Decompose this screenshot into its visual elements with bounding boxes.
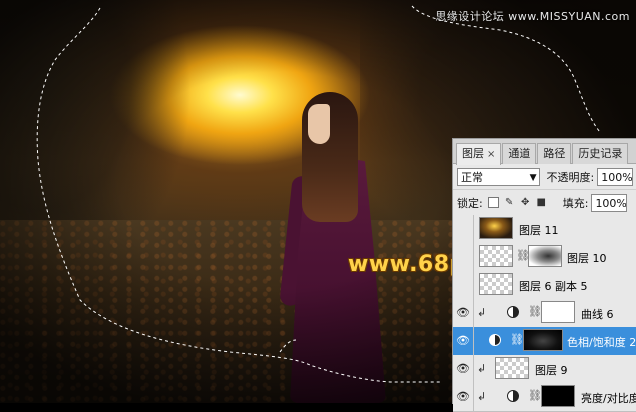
layer-name: 曲线 6 [581,308,614,321]
layer-row[interactable]: 图层 6 副本 5 [453,271,636,300]
lock-move-icon[interactable]: ✥ [520,197,531,208]
tab-paths[interactable]: 路径 [537,143,572,164]
panel-tabs: 图层 × 通道 路径 历史记录 [453,139,636,165]
blend-mode-select[interactable]: 正常 ▼ [457,167,541,186]
brightness-contrast-adjustment-icon [507,390,519,402]
eye-icon[interactable]: 👁 [453,327,474,355]
tab-channels[interactable]: 通道 [502,143,537,164]
eye-icon[interactable]: 👁 [453,383,474,411]
layer-row[interactable]: 👁 ↲ ⛓ 曲线 6 [453,299,636,328]
curves-adjustment-icon [507,306,519,318]
visibility-toggle[interactable] [453,243,474,271]
lock-brush-icon[interactable]: ✎ [504,197,515,208]
lock-row: 锁定: ✎ ✥ ■ 填充: 100% [453,190,636,216]
layer-name: 图层 10 [567,252,607,265]
layer-name: 图层 6 副本 5 [519,280,588,293]
clipping-arrow-icon: ↲ [477,362,487,375]
layer-row[interactable]: ⛓ 图层 10 [453,243,636,272]
layer-thumbnail [479,273,513,295]
lock-all-icon[interactable]: ■ [536,197,547,208]
layer-mask-thumbnail[interactable] [541,385,575,407]
chain-link-icon[interactable]: ⛓ [510,333,524,346]
layer-row[interactable]: 图层 11 [453,215,636,244]
close-icon[interactable]: × [487,149,495,160]
opacity-label: 不透明度: [546,170,595,184]
visibility-toggle[interactable] [453,215,474,243]
layer-mask-thumbnail[interactable] [523,329,563,351]
blend-options-row: 正常 ▼ 不透明度: 100% [453,164,636,190]
layer-name: 图层 11 [519,224,559,237]
visibility-toggle[interactable] [453,271,474,299]
layer-row[interactable]: 👁 ↲ 图层 9 [453,355,636,384]
layer-name: 图层 9 [535,364,568,377]
layer-name: 亮度/对比度 [581,392,636,405]
layer-row[interactable]: 👁 ↲ ⛓ 亮度/对比度 [453,383,636,412]
tab-layers[interactable]: 图层 × [456,143,502,165]
layer-mask-thumbnail[interactable] [528,245,562,267]
layer-row-selected[interactable]: 👁 ⛓ 色相/饱和度 2 [453,327,636,356]
lock-transparent-icon[interactable] [487,197,499,208]
opacity-input[interactable]: 100% [597,167,633,186]
clipping-arrow-icon: ↲ [477,390,487,403]
layers-panel: 图层 × 通道 路径 历史记录 正常 ▼ 不透明度: 100% 锁定: ✎ ✥ ■… [452,138,636,412]
tab-history[interactable]: 历史记录 [572,143,629,164]
layer-name: 色相/饱和度 2 [567,336,636,349]
hue-saturation-adjustment-icon [489,334,501,346]
fill-label: 填充: [562,196,589,210]
clipping-arrow-icon: ↲ [477,306,487,319]
layer-mask-thumbnail[interactable] [541,301,575,323]
chevron-down-icon: ▼ [529,172,537,183]
layer-thumbnail [495,357,529,379]
fill-input[interactable]: 100% [591,193,628,212]
eye-icon[interactable]: 👁 [453,299,474,327]
lock-label: 锁定: [457,196,483,210]
watermark-missyuan: 思缘设计论坛 www.MISSYUAN.com [435,10,630,23]
layer-thumbnail [479,245,513,267]
layer-thumbnail [479,217,513,239]
chain-link-icon[interactable]: ⛓ [528,389,542,402]
chain-link-icon[interactable]: ⛓ [528,305,542,318]
eye-icon[interactable]: 👁 [453,355,474,383]
